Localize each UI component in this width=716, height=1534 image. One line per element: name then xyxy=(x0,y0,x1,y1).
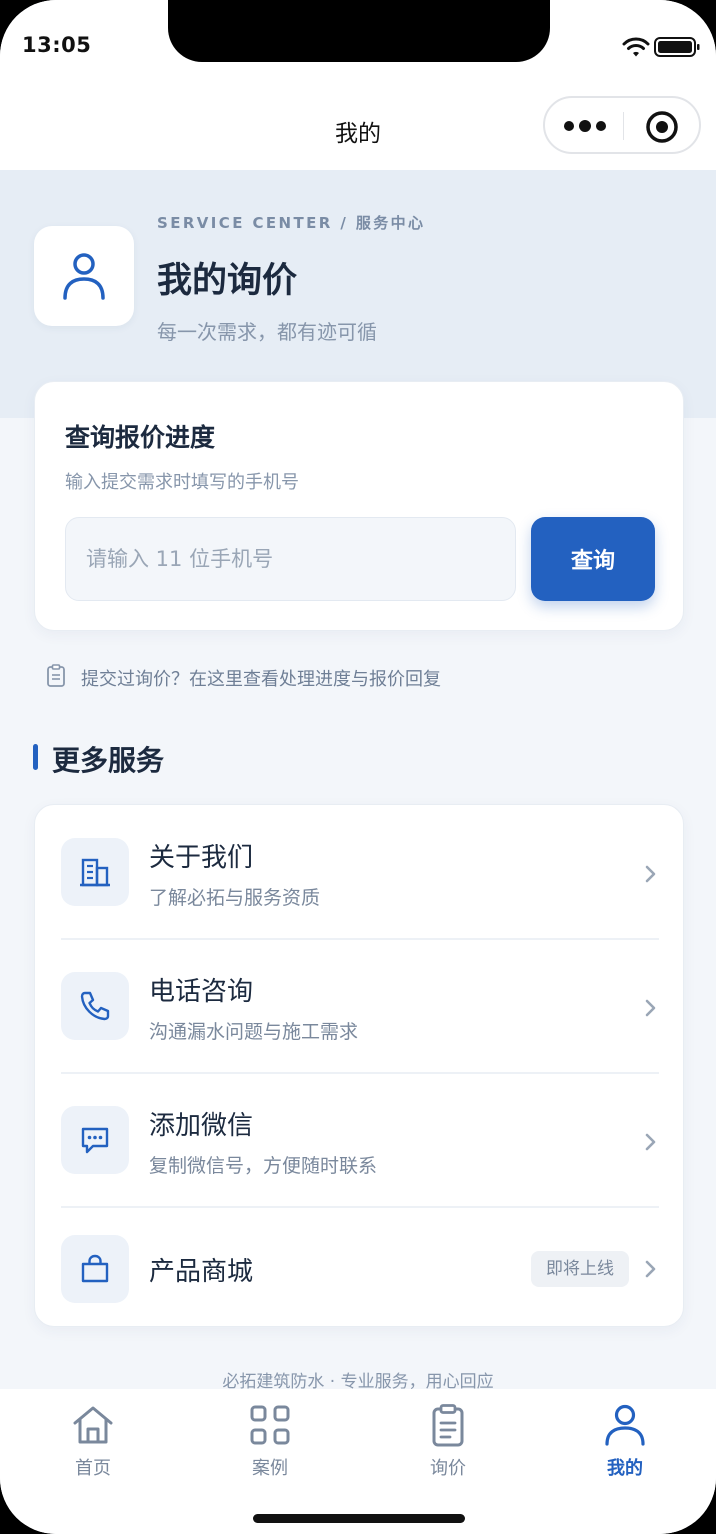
clipboard-icon xyxy=(432,1404,464,1447)
query-card: 查询报价进度 输入提交需求时填写的手机号 查询 xyxy=(34,381,684,631)
header-eyebrow: SERVICE CENTER / 服务中心 xyxy=(157,214,426,232)
user-icon xyxy=(63,253,105,300)
tab-cases[interactable]: 案例 xyxy=(210,1403,330,1483)
close-mini-program-icon[interactable] xyxy=(645,110,679,144)
service-item-add-wechat[interactable]: 添加微信 复制微信号，方便随时联系 xyxy=(35,1073,685,1207)
service-icon-box xyxy=(61,838,129,906)
service-item-about-us[interactable]: 关于我们 了解必拓与服务资质 xyxy=(35,805,685,939)
tab-label: 询价 xyxy=(430,1458,466,1479)
service-description: 复制微信号，方便随时联系 xyxy=(149,1155,378,1177)
phone-number-input[interactable] xyxy=(65,517,516,601)
notch xyxy=(168,0,550,62)
user-icon xyxy=(605,1404,645,1446)
battery-icon xyxy=(654,37,700,57)
more-icon[interactable] xyxy=(563,118,607,134)
home-icon xyxy=(73,1406,113,1444)
query-hint: 输入提交需求时填写的手机号 xyxy=(65,472,299,493)
header-title: 我的询价 xyxy=(157,261,298,301)
header-subtitle: 每一次需求，都有迹可循 xyxy=(157,320,377,344)
service-item-phone-consult[interactable]: 电话咨询 沟通漏水问题与施工需求 xyxy=(35,939,685,1073)
services-list: 关于我们 了解必拓与服务资质 电话咨询 沟通漏水问题与施工需求 添加微信 复制微… xyxy=(34,804,684,1327)
query-title: 查询报价进度 xyxy=(65,423,216,452)
chevron-right-icon xyxy=(645,1133,656,1151)
building-icon xyxy=(80,858,110,887)
service-title: 添加微信 xyxy=(149,1111,254,1141)
phone-screen: 13:05 我的 SERVICE CENTER / 服务中心 我的询价 每一次需… xyxy=(0,0,716,1534)
mini-program-capsule xyxy=(543,96,701,154)
chat-icon xyxy=(81,1127,109,1154)
phone-icon xyxy=(80,991,110,1021)
service-title: 关于我们 xyxy=(149,843,254,873)
query-button[interactable]: 查询 xyxy=(531,517,655,601)
clipboard-icon xyxy=(47,664,65,687)
chevron-right-icon xyxy=(645,865,656,883)
service-icon-box xyxy=(61,1235,129,1303)
chevron-right-icon xyxy=(645,1260,656,1278)
service-title: 产品商城 xyxy=(149,1257,254,1287)
service-icon-box xyxy=(61,972,129,1040)
service-title: 电话咨询 xyxy=(149,977,254,1007)
tab-inquiry[interactable]: 询价 xyxy=(388,1403,508,1483)
section-title-more-services: 更多服务 xyxy=(52,744,165,777)
chevron-right-icon xyxy=(645,999,656,1017)
tip-text: 提交过询价？在这里查看处理进度与报价回复 xyxy=(81,669,441,690)
home-indicator xyxy=(253,1514,465,1523)
service-description: 沟通漏水问题与施工需求 xyxy=(149,1021,359,1043)
tab-bar: 首页 案例 询价 我的 xyxy=(0,1389,716,1534)
wifi-icon xyxy=(622,37,650,57)
service-icon-box xyxy=(61,1106,129,1174)
section-accent-bar xyxy=(33,744,38,770)
tab-label: 首页 xyxy=(75,1458,111,1479)
shopping-bag-icon xyxy=(81,1254,109,1283)
avatar xyxy=(34,226,134,326)
grid-icon xyxy=(250,1405,290,1445)
status-bar: 13:05 xyxy=(0,0,716,96)
coming-soon-badge: 即将上线 xyxy=(531,1251,629,1287)
navigation-bar: 我的 xyxy=(0,96,716,170)
tab-home[interactable]: 首页 xyxy=(33,1403,153,1483)
capsule-divider xyxy=(623,112,624,140)
tab-mine[interactable]: 我的 xyxy=(565,1403,685,1483)
service-description: 了解必拓与服务资质 xyxy=(149,887,321,909)
status-time: 13:05 xyxy=(22,33,92,57)
service-item-product-store[interactable]: 产品商城 即将上线 xyxy=(35,1207,685,1328)
tab-label: 案例 xyxy=(252,1458,288,1479)
tab-label: 我的 xyxy=(607,1458,643,1479)
